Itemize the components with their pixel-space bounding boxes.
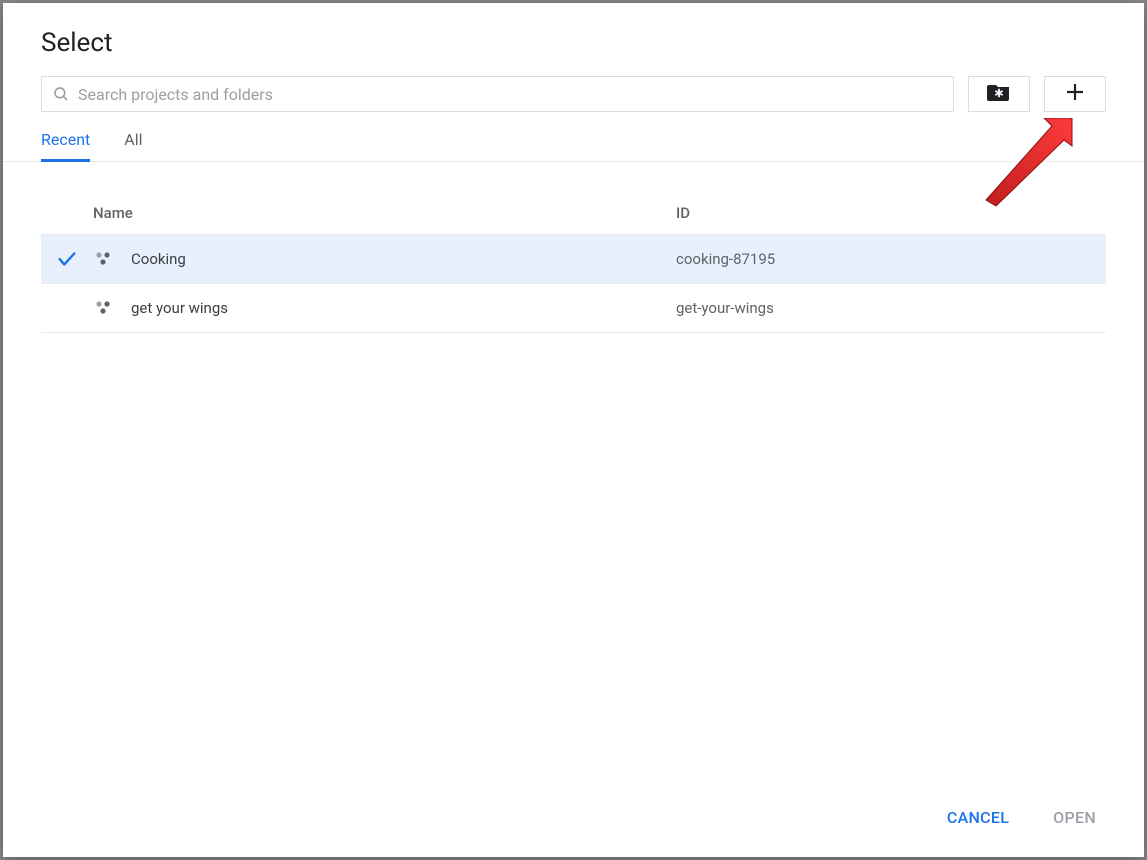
column-id-header[interactable]: ID [676, 204, 1106, 222]
tab-all[interactable]: All [124, 130, 142, 161]
selected-check-icon [41, 248, 93, 270]
row-name: get your wings [131, 299, 676, 317]
toolbar [3, 76, 1144, 120]
dialog-title: Select [3, 3, 1144, 76]
row-id: cooking-87195 [676, 250, 1106, 268]
search-box[interactable] [41, 76, 954, 112]
row-id: get-your-wings [676, 299, 1106, 317]
new-project-button[interactable] [1044, 76, 1106, 112]
project-icon [93, 249, 131, 269]
tab-recent[interactable]: Recent [41, 130, 90, 161]
search-icon [52, 85, 70, 103]
project-icon [93, 298, 131, 318]
table-row[interactable]: Cooking cooking-87195 [41, 235, 1106, 284]
tabs: Recent All [3, 120, 1144, 162]
table-header: Name ID [41, 194, 1106, 235]
new-folder-button[interactable] [968, 76, 1030, 112]
table-row[interactable]: get your wings get-your-wings [41, 284, 1106, 333]
open-button[interactable]: OPEN [1049, 802, 1100, 833]
plus-icon [1065, 82, 1085, 106]
dialog-buttons: CANCEL OPEN [3, 782, 1144, 857]
folder-settings-icon [987, 82, 1011, 106]
select-project-dialog: Select [3, 3, 1144, 857]
column-name-header[interactable]: Name [93, 204, 676, 222]
project-table: Name ID Cooking cooking-87195 [3, 162, 1144, 782]
search-input[interactable] [78, 85, 943, 104]
row-name: Cooking [131, 250, 676, 268]
cancel-button[interactable]: CANCEL [943, 802, 1013, 833]
